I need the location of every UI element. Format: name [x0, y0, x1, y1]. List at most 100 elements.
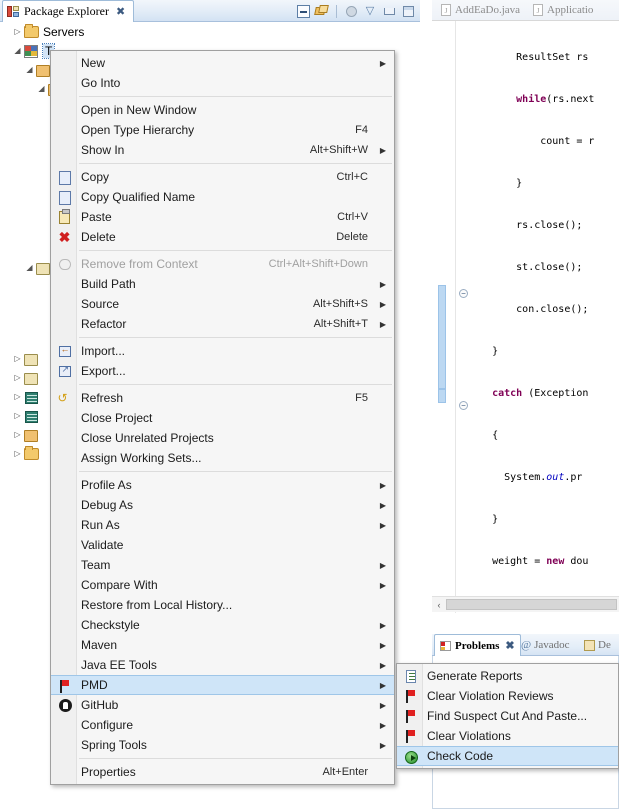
menu-item-pmd[interactable]: PMD ▶	[51, 675, 394, 695]
report-icon	[402, 668, 418, 684]
menu-item-team[interactable]: Team ▶	[51, 555, 394, 575]
tab-problems[interactable]: Problems ✖	[434, 634, 521, 656]
context-menu[interactable]: New ▶ Go Into ▶ Open in New Window ▶ Ope…	[50, 50, 395, 785]
maximize-icon[interactable]	[400, 3, 416, 19]
submenu-item-generate-reports[interactable]: Generate Reports	[397, 666, 618, 686]
menu-item-label: Validate	[81, 538, 124, 552]
close-icon[interactable]: ✖	[116, 5, 125, 18]
expand-twisty-icon[interactable]	[12, 430, 23, 439]
menu-item-close-unrelated-projects[interactable]: Close Unrelated Projects ▶	[51, 428, 394, 448]
menu-item-copy[interactable]: Copy Ctrl+C ▶	[51, 167, 394, 187]
menu-item-properties[interactable]: Properties Alt+Enter ▶	[51, 762, 394, 782]
menu-separator	[79, 250, 392, 251]
focus-on-active-task-icon[interactable]	[343, 3, 359, 19]
menu-item-restore-from-local-history[interactable]: Restore from Local History... ▶	[51, 595, 394, 615]
menu-item-label: Go Into	[81, 76, 121, 90]
tab-title: Package Explorer	[24, 4, 109, 18]
code-line: ResultSet rs	[468, 52, 595, 63]
tab-package-explorer[interactable]: Package Explorer ✖	[2, 0, 135, 22]
submenu-item-clear-violation-reviews[interactable]: Clear Violation Reviews	[397, 686, 618, 706]
fold-toggle-icon[interactable]: −	[459, 401, 468, 410]
menu-item-java-ee-tools[interactable]: Java EE Tools ▶	[51, 655, 394, 675]
menu-item-maven[interactable]: Maven ▶	[51, 635, 394, 655]
expand-twisty-icon[interactable]	[12, 27, 23, 36]
editor-tab-addeado[interactable]: J AddEaDo.java	[436, 1, 525, 19]
menu-item-refactor[interactable]: Refactor Alt+Shift+T ▶	[51, 314, 394, 334]
tree-item-servers[interactable]: Servers	[0, 22, 420, 41]
expand-twisty-icon[interactable]	[12, 392, 23, 401]
menu-item-configure[interactable]: Configure ▶	[51, 715, 394, 735]
folder-icon	[23, 23, 40, 40]
java-project-icon	[23, 43, 40, 59]
menu-item-copy-qualified-name[interactable]: Copy Qualified Name ▶	[51, 187, 394, 207]
editor-horizontal-scrollbar[interactable]: ‹	[432, 596, 619, 612]
menu-item-label: Show In	[81, 143, 125, 157]
library-icon	[23, 408, 40, 424]
menu-item-label: Paste	[81, 210, 112, 224]
collapse-all-icon[interactable]	[295, 3, 311, 19]
editor-tab-application[interactable]: J Applicatio	[528, 1, 598, 19]
editor-body[interactable]: − − ResultSet rs while(rs.next count = r…	[432, 20, 619, 777]
scrollbar-thumb[interactable]	[446, 599, 617, 610]
menu-item-label: Refactor	[81, 317, 127, 331]
menu-item-close-project[interactable]: Close Project ▶	[51, 408, 394, 428]
code-line: while(rs.next	[468, 94, 595, 105]
menu-item-profile-as[interactable]: Profile As ▶	[51, 475, 394, 495]
menu-item-open-in-new-window[interactable]: Open in New Window ▶	[51, 100, 394, 120]
menu-item-build-path[interactable]: Build Path ▶	[51, 274, 394, 294]
menu-item-assign-working-sets[interactable]: Assign Working Sets... ▶	[51, 448, 394, 468]
menu-item-import[interactable]: Import... ▶	[51, 341, 394, 361]
menu-item-validate[interactable]: Validate ▶	[51, 535, 394, 555]
tab-javadoc[interactable]: @ Javadoc	[516, 634, 575, 656]
menu-item-compare-with[interactable]: Compare With ▶	[51, 575, 394, 595]
expand-twisty-icon[interactable]	[12, 449, 23, 458]
submenu-item-find-suspect-cut-and-paste[interactable]: Find Suspect Cut And Paste...	[397, 706, 618, 726]
menu-item-label: New	[81, 56, 106, 70]
source-folder-icon	[23, 351, 40, 367]
collapse-twisty-icon[interactable]	[36, 84, 47, 93]
expand-twisty-icon[interactable]	[12, 354, 23, 363]
menu-item-show-in[interactable]: Show In Alt+Shift+W ▶	[51, 140, 394, 160]
menu-item-export[interactable]: Export... ▶	[51, 361, 394, 381]
fold-toggle-icon[interactable]: −	[459, 289, 468, 298]
submenu-item-check-code[interactable]: Check Code	[397, 746, 618, 766]
expand-twisty-icon[interactable]	[12, 411, 23, 420]
copy-icon	[56, 169, 72, 185]
collapse-twisty-icon[interactable]	[24, 65, 35, 74]
menu-item-new[interactable]: New ▶	[51, 53, 394, 73]
menu-item-debug-as[interactable]: Debug As ▶	[51, 495, 394, 515]
menu-item-refresh[interactable]: ↺ Refresh F5 ▶	[51, 388, 394, 408]
tab-label: De	[598, 639, 611, 651]
editor-gutter[interactable]	[432, 21, 456, 613]
menu-item-checkstyle[interactable]: Checkstyle ▶	[51, 615, 394, 635]
submenu-item-clear-violations[interactable]: Clear Violations	[397, 726, 618, 746]
menu-item-source[interactable]: Source Alt+Shift+S ▶	[51, 294, 394, 314]
menu-item-open-type-hierarchy[interactable]: Open Type Hierarchy F4 ▶	[51, 120, 394, 140]
run-icon	[402, 749, 418, 765]
code-line: catch (Exception	[468, 388, 589, 399]
package-icon	[23, 427, 40, 443]
pmd-icon	[402, 708, 418, 724]
changed-lines-marker	[438, 285, 446, 389]
menu-item-delete[interactable]: ✖ Delete Delete ▶	[51, 227, 394, 247]
menu-item-label: Run As	[81, 518, 120, 532]
collapse-twisty-icon[interactable]	[24, 263, 35, 272]
menu-item-github[interactable]: GitHub ▶	[51, 695, 394, 715]
menu-item-spring-tools[interactable]: Spring Tools ▶	[51, 735, 394, 755]
menu-item-paste[interactable]: Paste Ctrl+V ▶	[51, 207, 394, 227]
pmd-submenu[interactable]: Generate Reports Clear Violation Reviews…	[396, 663, 619, 769]
tab-declaration[interactable]: De	[579, 634, 616, 656]
minimize-icon[interactable]	[381, 3, 397, 19]
scroll-left-icon[interactable]: ‹	[432, 600, 446, 610]
link-with-editor-icon[interactable]	[314, 3, 330, 19]
menu-item-go-into[interactable]: Go Into ▶	[51, 73, 394, 93]
menu-item-run-as[interactable]: Run As ▶	[51, 515, 394, 535]
package-explorer-toolbar: ▽	[295, 2, 416, 20]
submenu-arrow-icon: ▶	[379, 740, 386, 750]
close-icon[interactable]: ✖	[505, 639, 514, 652]
view-menu-icon[interactable]: ▽	[362, 3, 378, 19]
expand-twisty-icon[interactable]	[12, 373, 23, 382]
collapse-twisty-icon[interactable]	[12, 46, 23, 55]
tab-label: Problems	[455, 639, 500, 652]
submenu-arrow-icon: ▶	[379, 580, 386, 590]
